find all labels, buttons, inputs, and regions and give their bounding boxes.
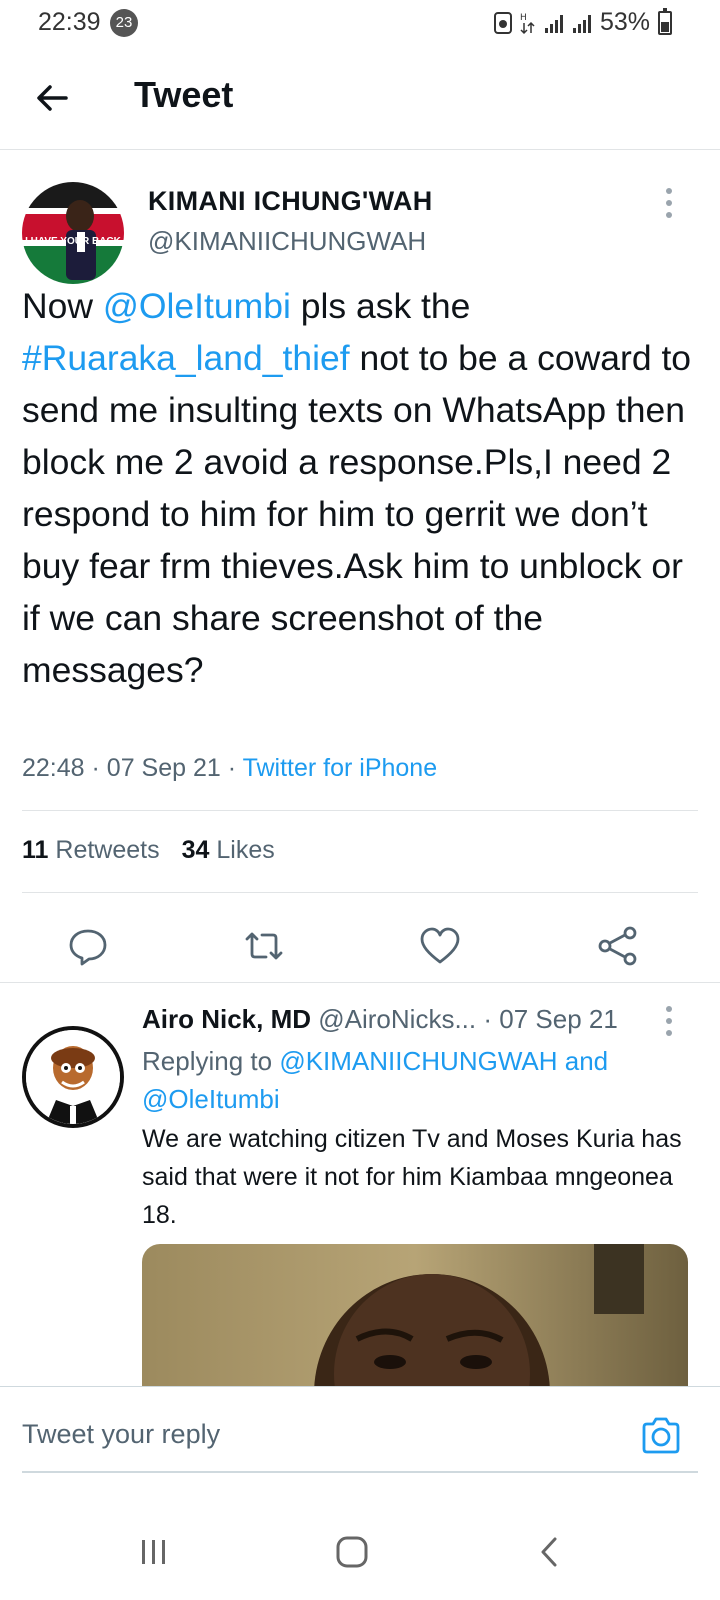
status-bar: 22:39 23 H 53% <box>0 0 720 46</box>
retweets-label: Retweets <box>55 836 160 864</box>
reply-icon[interactable] <box>66 924 110 968</box>
replying-mention-1[interactable]: @KIMANIICHUNGWAH <box>279 1046 557 1076</box>
replying-and: and <box>564 1046 609 1076</box>
meta-separator: · <box>483 1004 500 1034</box>
likes-label: Likes <box>216 836 275 864</box>
reply-input[interactable]: Tweet your reply <box>22 1419 220 1450</box>
meta-separator: · <box>91 754 107 782</box>
tweet-text-part: Now <box>22 286 103 326</box>
reply-author-handle[interactable]: @AiroNicks... <box>318 1004 476 1034</box>
page-title: Tweet <box>134 74 234 115</box>
tweet-stats: 11 Retweets 34 Likes <box>22 836 275 865</box>
recent-apps-icon[interactable] <box>134 1532 174 1572</box>
hashtag-link[interactable]: #Ruaraka_land_thief <box>22 338 350 378</box>
tweet-meta: 22:48 · 07 Sep 21 · Twitter for iPhone <box>22 754 437 783</box>
reply-composer: Tweet your reply <box>0 1386 720 1500</box>
like-heart-icon[interactable] <box>418 924 462 968</box>
mention-link[interactable]: @OleItumbi <box>103 286 291 326</box>
reply-attached-photo[interactable] <box>142 1244 688 1404</box>
home-icon[interactable] <box>332 1532 372 1572</box>
reply-more-options-icon[interactable] <box>664 1006 674 1036</box>
tweet-text: Now @OleItumbi pls ask the #Ruaraka_land… <box>22 280 702 696</box>
likes-stat[interactable]: 34 Likes <box>182 836 275 865</box>
reply-date: 07 Sep 21 <box>499 1004 618 1034</box>
tweet-time: 22:48 <box>22 754 85 782</box>
meta-separator: · <box>227 754 243 782</box>
divider <box>22 810 698 811</box>
status-time: 22:39 <box>38 8 101 36</box>
nfc-icon <box>493 11 512 34</box>
likes-count: 34 <box>181 836 210 864</box>
signal-icon-2 <box>572 12 594 34</box>
status-icons: H 53% <box>493 7 672 37</box>
tweet-source-link[interactable]: Twitter for iPhone <box>243 754 438 782</box>
reply-header: Airo Nick, MD @AiroNicks... · 07 Sep 21 <box>142 1004 618 1035</box>
replying-to: Replying to @KIMANIICHUNGWAH and @OleItu… <box>142 1042 662 1118</box>
reply-author-avatar[interactable] <box>22 1026 124 1128</box>
tweet-text-part: not to be a coward to send me insulting … <box>22 338 692 690</box>
author-name[interactable]: KIMANI ICHUNG'WAH <box>148 186 433 217</box>
svg-text:H: H <box>520 13 527 23</box>
share-icon[interactable] <box>596 924 640 968</box>
more-options-icon[interactable] <box>664 188 674 218</box>
tweet-actions <box>0 910 720 982</box>
replying-label: Replying to <box>142 1046 273 1076</box>
reply-text: We are watching citizen Tv and Moses Kur… <box>142 1125 682 1229</box>
retweets-count: 11 <box>22 836 49 864</box>
tweet-date: 07 Sep 21 <box>106 754 221 782</box>
author-avatar[interactable]: I HAVE YOUR BACK <box>22 182 124 284</box>
tweet-text-part: pls ask the <box>290 286 471 326</box>
composer-underline <box>22 1471 698 1473</box>
back-nav-icon[interactable] <box>530 1532 570 1572</box>
retweets-stat[interactable]: 11 Retweets <box>22 836 160 865</box>
avatar-caption: I HAVE YOUR BACK <box>25 236 122 247</box>
reply-author-name[interactable]: Airo Nick, MD <box>142 1004 311 1034</box>
notification-count-badge: 23 <box>110 9 138 37</box>
battery-icon <box>658 7 672 35</box>
system-nav-bar <box>0 1500 720 1600</box>
author-handle[interactable]: @KIMANIICHUNGWAH <box>148 226 426 257</box>
camera-icon[interactable] <box>640 1415 682 1457</box>
battery-percent: 53% <box>599 8 650 36</box>
app-header: Tweet <box>0 46 720 150</box>
signal-icon-1 <box>544 12 566 34</box>
divider <box>0 982 720 983</box>
retweet-icon[interactable] <box>242 924 286 968</box>
divider <box>22 892 698 893</box>
replying-mention-2[interactable]: @OleItumbi <box>142 1084 280 1114</box>
back-arrow-icon[interactable] <box>30 76 74 120</box>
data-transfer-icon: H <box>518 11 538 35</box>
